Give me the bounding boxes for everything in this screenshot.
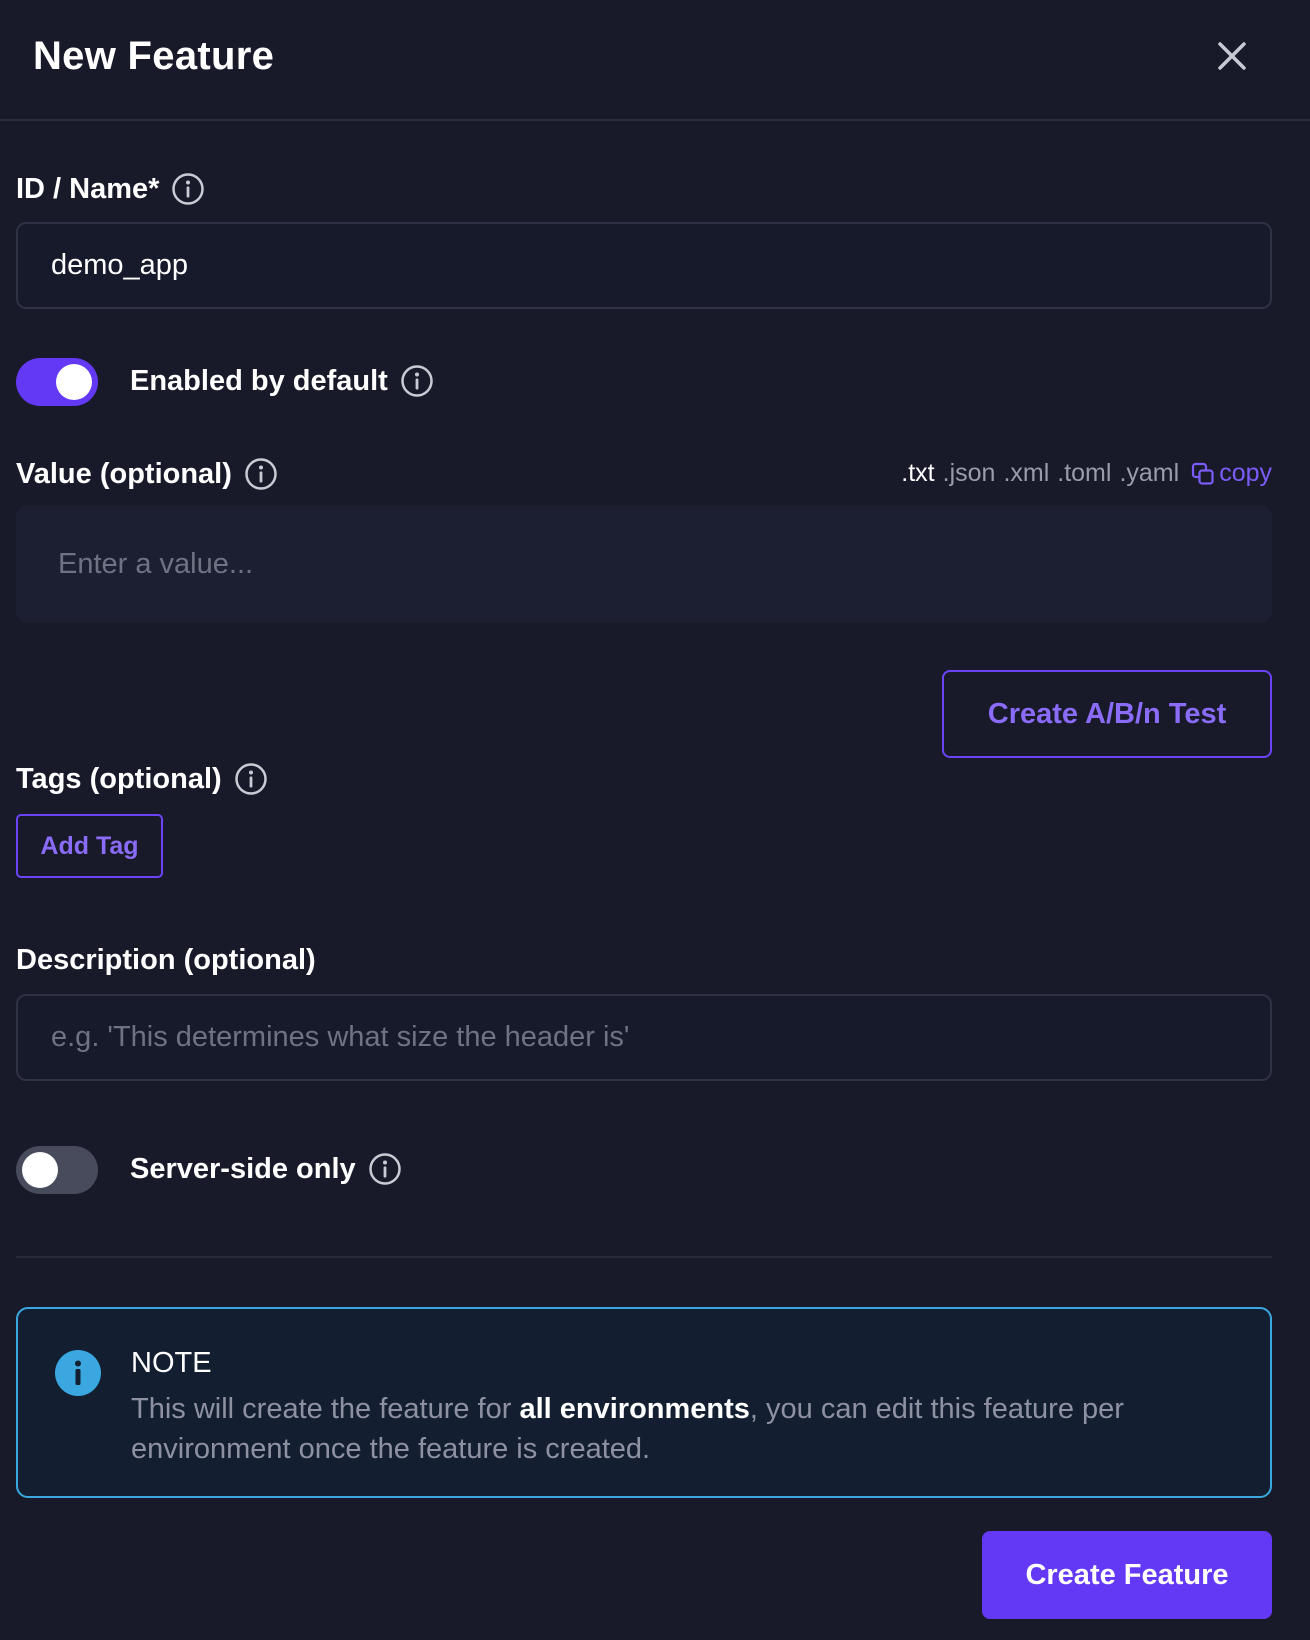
description-placeholder: e.g. 'This determines what size the head… [51,1021,630,1053]
id-name-input[interactable]: demo_app [16,222,1272,309]
note-callout: NOTE This will create the feature for al… [16,1307,1272,1498]
server-side-label-text: Server-side only [130,1152,356,1185]
format-txt[interactable]: .txt [901,459,934,488]
info-icon[interactable] [400,364,434,398]
value-placeholder: Enter a value... [58,547,254,580]
format-yaml[interactable]: .yaml [1119,459,1179,488]
id-name-label-text: ID / Name* [16,172,160,205]
info-filled-icon [55,1350,101,1396]
close-icon[interactable] [1214,38,1250,74]
modal-title: New Feature [33,34,275,78]
copy-label: copy [1219,459,1272,487]
toggle-knob [22,1152,58,1188]
copy-button[interactable]: copy [1191,459,1272,488]
id-name-label: ID / Name* [16,172,205,206]
info-icon[interactable] [244,457,278,491]
format-toml[interactable]: .toml [1057,459,1111,488]
enabled-default-toggle[interactable] [16,358,98,406]
value-format-selector: .txt .json .xml .toml .yaml copy [893,459,1272,488]
create-ab-test-button[interactable]: Create A/B/n Test [942,670,1272,758]
description-input[interactable]: e.g. 'This determines what size the head… [16,994,1272,1081]
info-icon[interactable] [171,172,205,206]
note-text-bold: all environments [519,1393,750,1425]
info-icon[interactable] [234,762,268,796]
id-name-value: demo_app [51,249,189,281]
description-label-text: Description (optional) [16,944,316,976]
create-feature-button[interactable]: Create Feature [982,1531,1272,1619]
format-xml[interactable]: .xml [1003,459,1049,488]
copy-icon [1192,462,1214,485]
note-text: This will create the feature for all env… [131,1389,1211,1469]
toggle-knob [56,364,92,400]
server-side-toggle[interactable] [16,1146,98,1194]
modal-header: New Feature [0,0,1310,121]
value-label-text: Value (optional) [16,457,232,490]
description-label: Description (optional) [16,944,316,977]
info-icon[interactable] [368,1152,402,1186]
note-text-before: This will create the feature for [131,1393,520,1425]
note-title: NOTE [131,1347,212,1379]
tags-label-text: Tags (optional) [16,762,222,795]
server-side-label: Server-side only [130,1152,402,1186]
add-tag-button[interactable]: Add Tag [16,814,163,878]
value-editor[interactable]: Enter a value... [16,506,1272,622]
format-json[interactable]: .json [943,459,996,488]
enabled-default-label-text: Enabled by default [130,364,388,397]
value-label: Value (optional) [16,457,278,491]
section-divider [16,1256,1272,1258]
enabled-default-label: Enabled by default [130,364,434,398]
tags-label: Tags (optional) [16,762,268,796]
